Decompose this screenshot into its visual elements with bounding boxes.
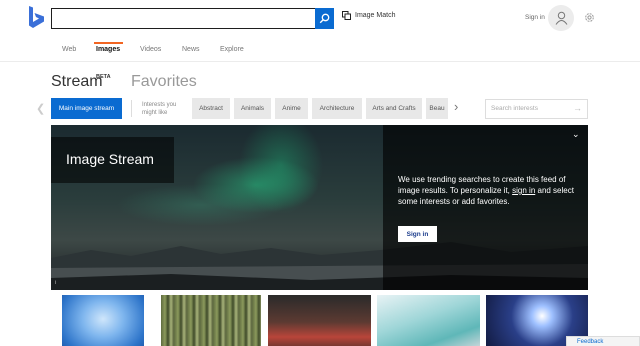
arrow-right-icon[interactable]: →	[573, 103, 582, 113]
stream-thumbnail[interactable]	[377, 295, 480, 346]
hero-sign-in-button[interactable]: Sign in	[398, 226, 437, 242]
interest-chip-beauty[interactable]: Beau	[426, 98, 448, 119]
search-input[interactable]	[51, 8, 334, 29]
interest-chip-arts-and-crafts[interactable]: Arts and Crafts	[366, 98, 422, 119]
stream-tab[interactable]: Stream	[51, 73, 103, 91]
hero-title: Image Stream	[51, 137, 174, 183]
interest-chip-animals[interactable]: Animals	[234, 98, 271, 119]
avatar[interactable]	[548, 5, 574, 31]
sign-in-link[interactable]: Sign in	[525, 14, 545, 21]
hero-sign-in-link[interactable]: sign in	[512, 186, 535, 195]
search-interests-input[interactable]: Search interests →	[485, 99, 588, 119]
stream-thumbnail[interactable]	[268, 295, 371, 346]
nav-item-news[interactable]: News	[182, 46, 200, 53]
gear-icon[interactable]	[584, 12, 595, 23]
search-icon	[319, 13, 330, 24]
scope-nav: Web Images Videos News Explore	[0, 42, 640, 62]
interest-chip-abstract[interactable]: Abstract	[192, 98, 230, 119]
search-button[interactable]	[315, 8, 334, 29]
divider	[131, 100, 132, 117]
scroll-left-icon[interactable]: ❮	[36, 102, 45, 115]
info-icon[interactable]: i	[55, 280, 56, 286]
stream-thumbnail[interactable]	[161, 295, 261, 346]
nav-item-explore[interactable]: Explore	[220, 46, 244, 53]
interest-chip-anime[interactable]: Anime	[275, 98, 308, 119]
interest-chip-architecture[interactable]: Architecture	[312, 98, 362, 119]
user-icon	[555, 11, 567, 25]
main-stream-button[interactable]: Main image stream	[51, 98, 122, 119]
hero-banner[interactable]: Image Stream i	[51, 125, 588, 290]
bing-logo-icon[interactable]	[28, 6, 46, 30]
hero-message-panel	[383, 125, 588, 290]
scroll-right-icon[interactable]: ›	[454, 99, 458, 114]
image-match-label: Image Match	[355, 12, 396, 19]
nav-item-web[interactable]: Web	[62, 46, 76, 53]
chevron-down-icon[interactable]: ⌄	[572, 129, 580, 140]
hero-message: We use trending searches to create this …	[398, 174, 578, 207]
interests-label: Interests you might like	[142, 102, 177, 116]
image-match-icon	[342, 11, 351, 20]
nav-active-indicator	[94, 42, 123, 44]
favorites-tab[interactable]: Favorites	[131, 73, 197, 91]
nav-item-images[interactable]: Images	[96, 46, 120, 53]
beta-badge: BETA	[96, 74, 111, 80]
search-interests-placeholder: Search interests	[491, 105, 538, 112]
nav-item-videos[interactable]: Videos	[140, 46, 161, 53]
feedback-button[interactable]: Feedback	[566, 336, 640, 346]
stream-thumbnail[interactable]	[62, 295, 144, 346]
image-match-button[interactable]: Image Match	[342, 11, 395, 20]
